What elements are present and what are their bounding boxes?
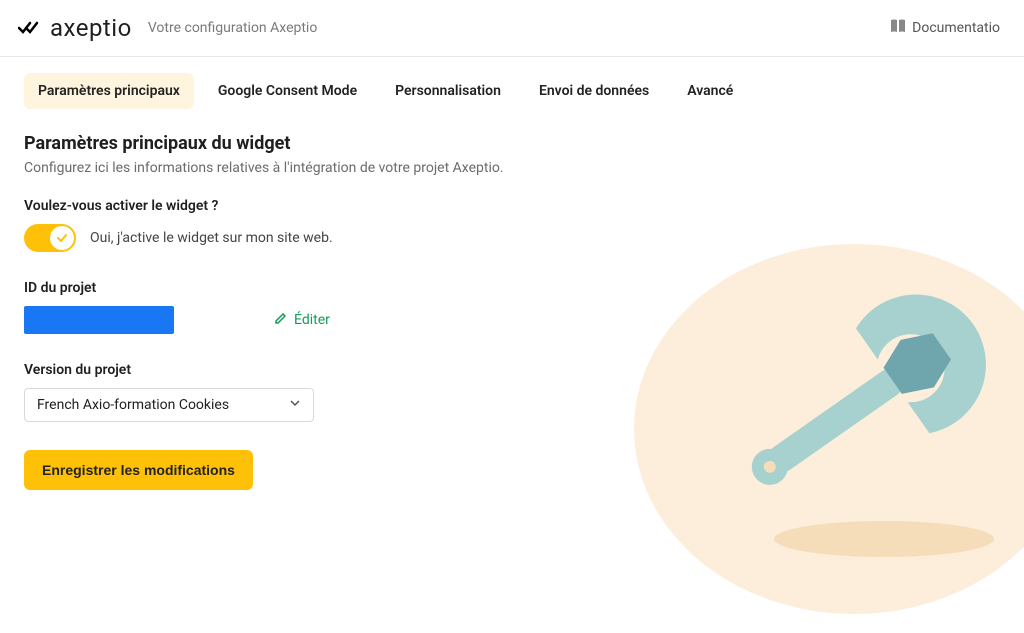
project-version-selected: French Axio-formation Cookies — [37, 397, 229, 413]
book-icon — [890, 19, 906, 37]
section-title: Paramètres principaux du widget — [24, 133, 1000, 154]
activate-widget-text: Oui, j'active le widget sur mon site web… — [90, 230, 333, 246]
toggle-knob — [50, 226, 74, 250]
project-id-value — [24, 306, 174, 334]
tabs: Paramètres principaux Google Consent Mod… — [0, 57, 1024, 109]
save-button[interactable]: Enregistrer les modifications — [24, 450, 253, 490]
tab-parametres-principaux[interactable]: Paramètres principaux — [24, 73, 194, 109]
header-left: axeptio Votre configuration Axeptio — [18, 14, 317, 42]
tab-google-consent-mode[interactable]: Google Consent Mode — [204, 73, 371, 109]
logo-checks-icon — [18, 19, 44, 37]
brand-name: axeptio — [50, 14, 132, 42]
content: Paramètres principaux du widget Configur… — [0, 109, 1024, 514]
activate-widget-toggle[interactable] — [24, 224, 76, 252]
header: axeptio Votre configuration Axeptio Docu… — [0, 0, 1024, 57]
project-id-label: ID du projet — [24, 280, 1000, 296]
tab-envoi-de-donnees[interactable]: Envoi de données — [525, 73, 663, 109]
brand-logo: axeptio — [18, 14, 132, 42]
header-subtitle: Votre configuration Axeptio — [148, 20, 318, 36]
chevron-down-icon — [289, 397, 301, 413]
documentation-label: Documentatio — [912, 20, 1000, 36]
section-description: Configurez ici les informations relative… — [24, 160, 1000, 176]
project-version-select[interactable]: French Axio-formation Cookies — [24, 388, 314, 422]
activate-widget-label: Voulez-vous activer le widget ? — [24, 198, 1000, 214]
tab-avance[interactable]: Avancé — [673, 73, 747, 109]
activation-row: Oui, j'active le widget sur mon site web… — [24, 224, 1000, 252]
project-id-row: Éditer — [24, 306, 1000, 334]
documentation-link[interactable]: Documentatio — [890, 19, 1000, 37]
pencil-icon — [274, 311, 288, 329]
project-version-label: Version du projet — [24, 362, 1000, 378]
check-icon — [56, 232, 68, 244]
tab-personnalisation[interactable]: Personnalisation — [381, 73, 515, 109]
edit-project-id-button[interactable]: Éditer — [274, 311, 330, 329]
edit-label: Éditer — [294, 312, 330, 328]
